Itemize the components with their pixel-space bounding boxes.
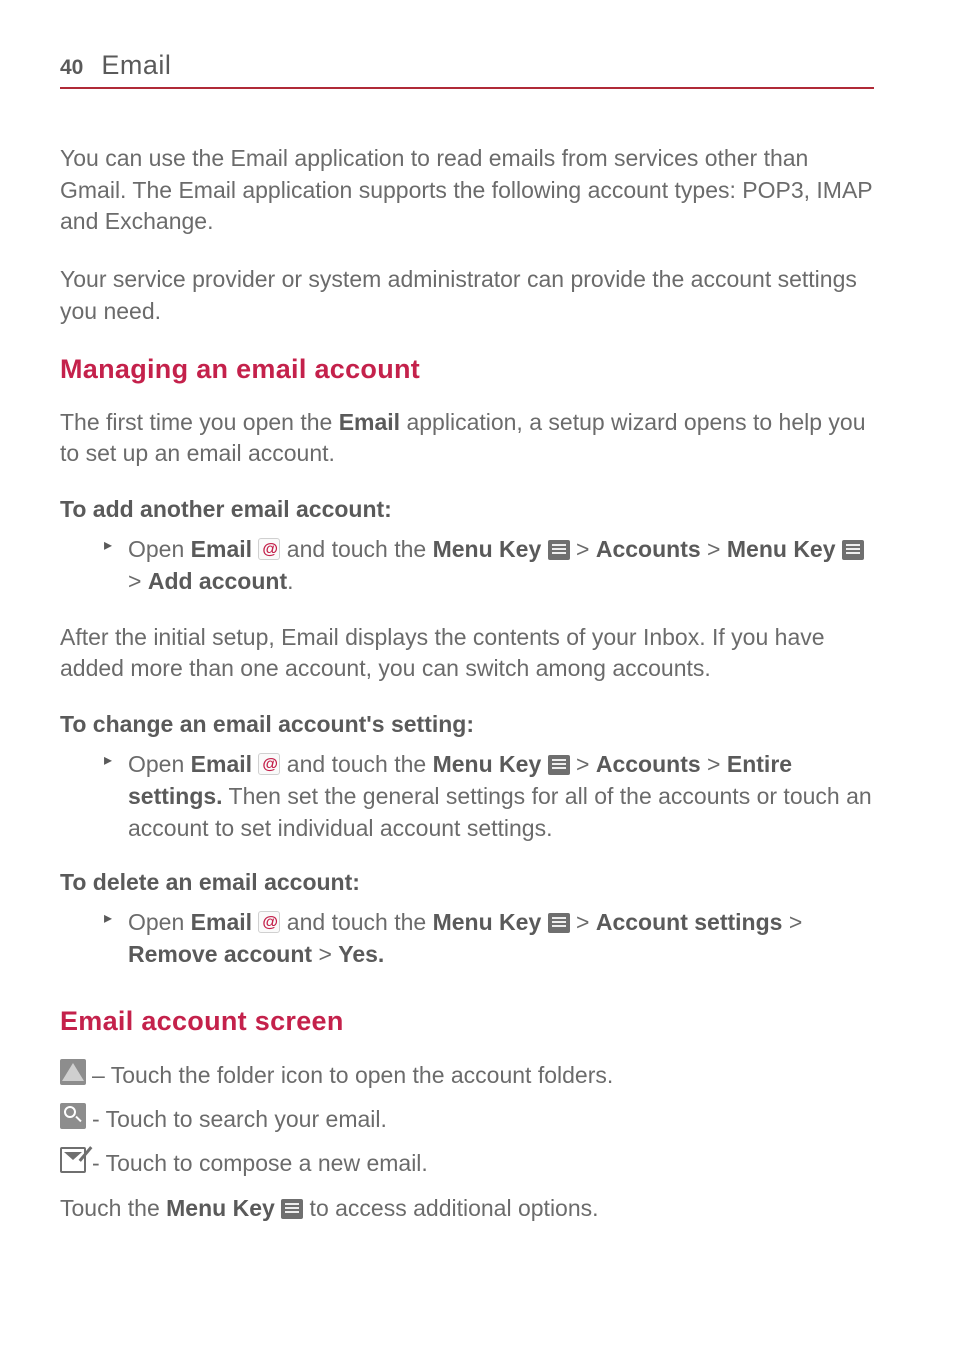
text-run: Open (128, 751, 191, 777)
text-bold: Menu Key (727, 536, 842, 562)
text-run: > (782, 909, 802, 935)
folder-icon (60, 1059, 86, 1085)
section-managing-title: Managing an email account (60, 354, 874, 385)
legend-text: – Touch the folder icon to open the acco… (92, 1059, 613, 1091)
change-setting-steps: Open Email and touch the Menu Key > Acco… (60, 748, 874, 845)
text-bold: Email (339, 409, 400, 435)
delete-account-steps: Open Email and touch the Menu Key > Acco… (60, 906, 874, 970)
page-content: 40 Email You can use the Email applicati… (0, 0, 954, 1305)
menu-key-icon (548, 540, 570, 560)
text-run: . (287, 568, 293, 594)
text-run: Open (128, 536, 191, 562)
intro-paragraph-2: Your service provider or system administ… (60, 264, 874, 327)
text-run: and touch the (280, 536, 432, 562)
legend-compose: - Touch to compose a new email. (60, 1147, 874, 1179)
managing-intro: The first time you open the Email applic… (60, 407, 874, 470)
text-run: Touch the (60, 1195, 166, 1221)
text-bold: Accounts (596, 536, 701, 562)
menu-key-icon (548, 755, 570, 775)
text-bold: Account settings (596, 909, 783, 935)
after-setup-paragraph: After the initial setup, Email displays … (60, 622, 874, 685)
menu-key-icon (548, 913, 570, 933)
delete-account-heading: To delete an email account: (60, 869, 874, 896)
menu-key-icon (281, 1199, 303, 1219)
text-run: > (128, 568, 148, 594)
list-item: Open Email and touch the Menu Key > Acco… (104, 748, 874, 845)
text-run: The first time you open the (60, 409, 339, 435)
text-run: Open (128, 909, 191, 935)
text-run: > (701, 751, 727, 777)
text-run: > (701, 536, 727, 562)
legend-text: - Touch to compose a new email. (92, 1147, 428, 1179)
text-run: > (570, 536, 596, 562)
text-bold: Menu Key (433, 751, 548, 777)
legend-text: - Touch to search your email. (92, 1103, 387, 1135)
list-item: Open Email and touch the Menu Key > Acco… (104, 906, 874, 970)
menu-key-icon (842, 540, 864, 560)
screen-footer: Touch the Menu Key to access additional … (60, 1193, 874, 1225)
list-item: Open Email and touch the Menu Key > Acco… (104, 533, 874, 597)
email-icon (258, 753, 280, 775)
email-icon (258, 911, 280, 933)
chapter-title: Email (101, 50, 171, 81)
compose-icon (60, 1147, 86, 1173)
triangle-icon (62, 1063, 84, 1081)
magnifier-handle-icon (75, 1116, 81, 1122)
email-icon (258, 538, 280, 560)
intro-paragraph-1: You can use the Email application to rea… (60, 143, 874, 238)
add-account-heading: To add another email account: (60, 496, 874, 523)
text-bold: Remove account (128, 941, 312, 967)
page-header: 40 Email (60, 50, 874, 89)
text-run: > (570, 751, 596, 777)
page-number: 40 (60, 56, 83, 80)
text-run: > (312, 941, 338, 967)
text-bold: Email (191, 536, 259, 562)
legend-folder: – Touch the folder icon to open the acco… (60, 1059, 874, 1091)
text-bold: Email (191, 751, 259, 777)
text-bold: Menu Key (433, 536, 548, 562)
text-bold: Menu Key (166, 1195, 281, 1221)
text-bold: Email (191, 909, 259, 935)
magnifier-circle-icon (64, 1106, 76, 1118)
section-screen-title: Email account screen (60, 1006, 874, 1037)
text-bold: Add account (148, 568, 287, 594)
text-run: and touch the (280, 751, 432, 777)
text-run: > (570, 909, 596, 935)
text-bold: Menu Key (433, 909, 548, 935)
legend-search: - Touch to search your email. (60, 1103, 874, 1135)
text-bold: Yes. (338, 941, 384, 967)
text-bold: Accounts (596, 751, 701, 777)
search-icon (60, 1103, 86, 1129)
text-run: to access additional options. (303, 1195, 598, 1221)
text-run: and touch the (280, 909, 432, 935)
add-account-steps: Open Email and touch the Menu Key > Acco… (60, 533, 874, 597)
change-setting-heading: To change an email account's setting: (60, 711, 874, 738)
text-run: Then set the general settings for all of… (128, 783, 872, 841)
